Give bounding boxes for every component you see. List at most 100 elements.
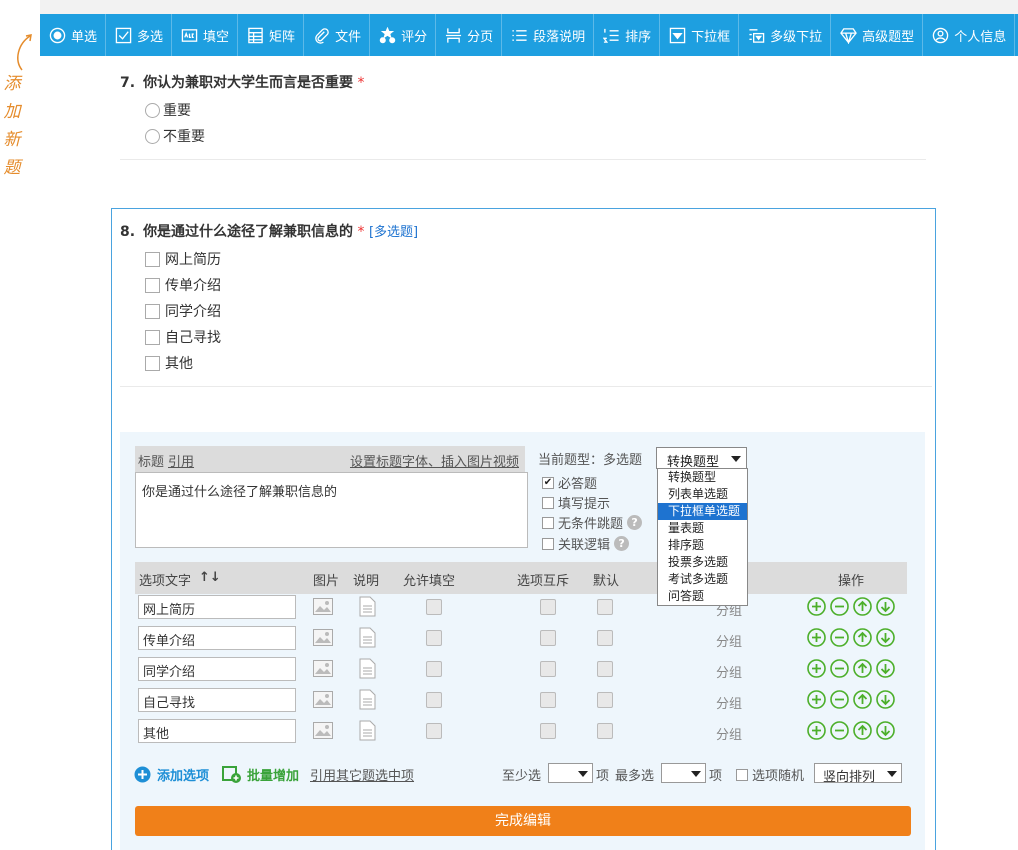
checkbox[interactable] xyxy=(145,329,160,345)
toolbar-matrix[interactable]: 矩阵 xyxy=(238,14,305,56)
checkbox[interactable] xyxy=(145,277,160,293)
exclusive-checkbox[interactable] xyxy=(540,692,556,708)
dropdown-option[interactable]: 投票多选题 xyxy=(658,554,747,571)
toolbar-personal-info[interactable]: 个人信息 xyxy=(923,14,1016,56)
toolbar-dropdown[interactable]: 下拉框 xyxy=(660,14,740,56)
title-font-link[interactable]: 设置标题字体、插入图片视频 xyxy=(350,451,519,470)
move-down-circle-icon[interactable] xyxy=(876,721,895,740)
move-down-circle-icon[interactable] xyxy=(876,628,895,647)
default-checkbox[interactable] xyxy=(597,630,613,646)
image-icon[interactable] xyxy=(313,660,333,677)
remove-circle-icon[interactable] xyxy=(830,597,849,616)
exclusive-checkbox[interactable] xyxy=(540,599,556,615)
image-icon[interactable] xyxy=(313,691,333,708)
logic-checkbox[interactable]: 关联逻辑? xyxy=(542,534,630,553)
document-icon[interactable] xyxy=(359,720,376,741)
max-select-select[interactable] xyxy=(661,763,706,783)
toolbar-advanced[interactable]: 高级题型 xyxy=(831,14,924,56)
group-label[interactable]: 分组 xyxy=(716,631,742,650)
option-text-input[interactable]: 自己寻找 xyxy=(138,688,296,712)
q8-option[interactable]: 传单介绍 xyxy=(145,275,221,295)
help-icon[interactable]: ? xyxy=(627,515,643,530)
document-icon[interactable] xyxy=(359,596,376,617)
add-circle-icon[interactable] xyxy=(807,597,826,616)
option-text-input[interactable]: 网上简历 xyxy=(138,595,296,619)
random-order-checkbox[interactable]: 选项随机 xyxy=(736,765,804,784)
group-label[interactable]: 分组 xyxy=(716,724,742,743)
q7-option[interactable]: 重要 xyxy=(145,100,191,120)
q8-option[interactable]: 同学介绍 xyxy=(145,301,221,321)
finish-edit-button[interactable]: 完成编辑 xyxy=(135,806,911,836)
dropdown-option[interactable]: 问答题 xyxy=(658,588,747,605)
checkbox[interactable] xyxy=(145,303,160,319)
remove-circle-icon[interactable] xyxy=(830,659,849,678)
image-icon[interactable] xyxy=(313,598,333,615)
allow-fill-checkbox[interactable] xyxy=(426,723,442,739)
q8-option[interactable]: 自己寻找 xyxy=(145,327,221,347)
move-up-circle-icon[interactable] xyxy=(853,721,872,740)
dropdown-option[interactable]: 考试多选题 xyxy=(658,571,747,588)
document-icon[interactable] xyxy=(359,627,376,648)
group-label[interactable]: 分组 xyxy=(716,693,742,712)
allow-fill-checkbox[interactable] xyxy=(426,661,442,677)
image-icon[interactable] xyxy=(313,722,333,739)
move-down-circle-icon[interactable] xyxy=(876,659,895,678)
remove-circle-icon[interactable] xyxy=(830,628,849,647)
move-up-circle-icon[interactable] xyxy=(853,597,872,616)
toolbar-page-break[interactable]: 分页 xyxy=(436,14,503,56)
allow-fill-checkbox[interactable] xyxy=(426,599,442,615)
add-circle-icon[interactable] xyxy=(807,628,826,647)
dropdown-option[interactable]: 列表单选题 xyxy=(658,486,747,503)
convert-type-select[interactable]: 转换题型 xyxy=(656,447,747,470)
default-checkbox[interactable] xyxy=(597,661,613,677)
toolbar-single-choice[interactable]: 单选 xyxy=(40,14,107,56)
option-text-input[interactable]: 同学介绍 xyxy=(138,657,296,681)
option-text-input[interactable]: 传单介绍 xyxy=(138,626,296,650)
required-checkbox[interactable]: ✔ 必答题 xyxy=(542,473,597,492)
q8-option[interactable]: 网上简历 xyxy=(145,249,221,269)
radio-button[interactable] xyxy=(145,102,160,118)
document-icon[interactable] xyxy=(359,658,376,679)
image-icon[interactable] xyxy=(313,629,333,646)
exclusive-checkbox[interactable] xyxy=(540,661,556,677)
group-label[interactable]: 分组 xyxy=(716,662,742,681)
dropdown-option[interactable]: 转换题型 xyxy=(658,469,747,486)
dropdown-option[interactable]: 量表题 xyxy=(658,520,747,537)
layout-order-select[interactable]: 竖向排列 xyxy=(814,763,902,785)
default-checkbox[interactable] xyxy=(597,723,613,739)
move-down-circle-icon[interactable] xyxy=(876,597,895,616)
toolbar-sort[interactable]: 排序 xyxy=(594,14,661,56)
min-select-select[interactable] xyxy=(548,763,593,783)
sort-arrows-icon[interactable]: ↑↓ xyxy=(199,570,221,585)
allow-fill-checkbox[interactable] xyxy=(426,692,442,708)
question-8-title[interactable]: 8. 你是通过什么途径了解兼职信息的 * [多选题] xyxy=(120,221,418,241)
move-up-circle-icon[interactable] xyxy=(853,690,872,709)
exclusive-checkbox[interactable] xyxy=(540,723,556,739)
skip-checkbox[interactable]: 无条件跳题? xyxy=(542,513,643,532)
q7-option[interactable]: 不重要 xyxy=(145,126,205,146)
allow-fill-checkbox[interactable] xyxy=(426,630,442,646)
toolbar-multi-choice[interactable]: 多选 xyxy=(106,14,173,56)
document-icon[interactable] xyxy=(359,689,376,710)
dropdown-option[interactable]: 排序题 xyxy=(658,537,747,554)
default-checkbox[interactable] xyxy=(597,692,613,708)
toolbar-paragraph[interactable]: 段落说明 xyxy=(502,14,595,56)
q8-option[interactable]: 其他 xyxy=(145,353,193,373)
move-up-circle-icon[interactable] xyxy=(853,628,872,647)
quote-other-link[interactable]: 引用其它题选中项 xyxy=(310,765,414,784)
help-icon[interactable]: ? xyxy=(614,536,630,551)
default-checkbox[interactable] xyxy=(597,599,613,615)
dropdown-option-highlighted[interactable]: 下拉框单选题 xyxy=(658,503,747,520)
add-circle-icon[interactable] xyxy=(807,659,826,678)
add-circle-icon[interactable] xyxy=(807,690,826,709)
title-textarea[interactable]: 你是通过什么途径了解兼职信息的 xyxy=(135,472,528,548)
checkbox[interactable] xyxy=(145,355,160,371)
move-up-circle-icon[interactable] xyxy=(853,659,872,678)
checkbox[interactable] xyxy=(145,251,160,267)
add-option-button[interactable]: 添加选项 xyxy=(134,765,209,784)
question-7-title[interactable]: 7. 你认为兼职对大学生而言是否重要 * xyxy=(120,72,365,92)
toolbar-multilevel-dropdown[interactable]: 多级下拉 xyxy=(739,14,832,56)
exclusive-checkbox[interactable] xyxy=(540,630,556,646)
batch-add-button[interactable]: 批量增加 xyxy=(222,765,299,784)
add-circle-icon[interactable] xyxy=(807,721,826,740)
